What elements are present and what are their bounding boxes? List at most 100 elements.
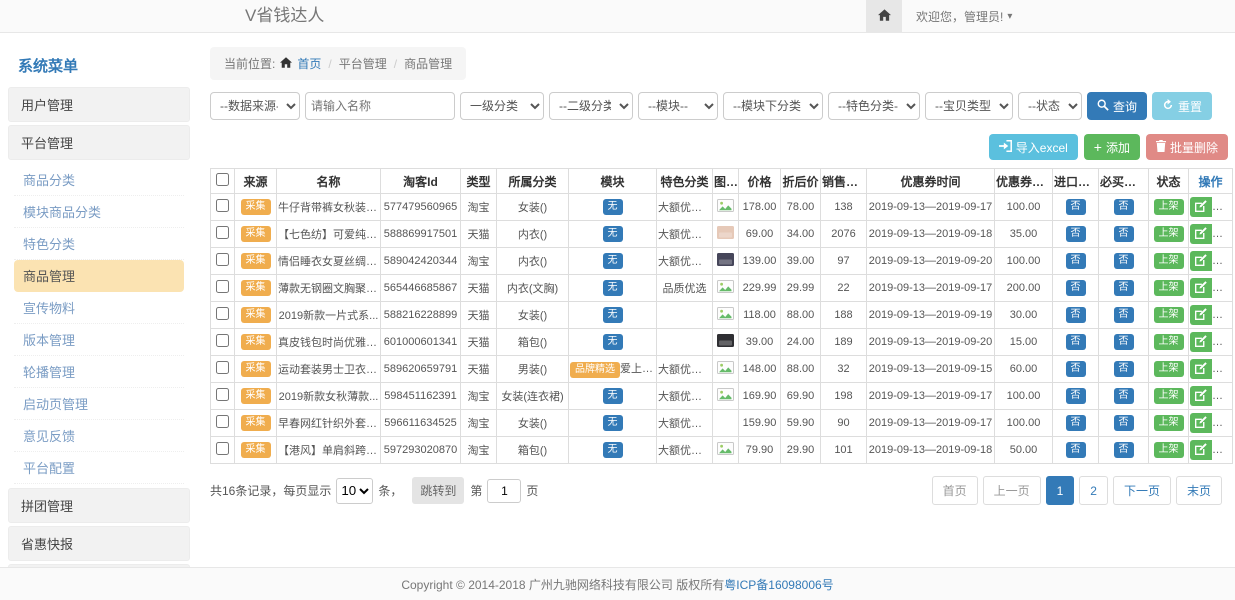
jump-to-button[interactable]: 跳转到 [412,477,464,504]
import-pick-toggle[interactable]: 否 [1066,388,1086,405]
sidebar-item[interactable]: 商品分类 [14,164,184,196]
data-source-filter[interactable]: --数据来源-- [210,92,300,120]
module-filter[interactable]: --模块-- [638,92,718,120]
row-checkbox[interactable] [216,226,229,239]
select-all-checkbox[interactable] [216,173,229,186]
icp-link[interactable]: 粤ICP备16098006号 [724,576,833,593]
row-checkbox[interactable] [216,280,229,293]
status-filter[interactable]: --状态-- [1018,92,1082,120]
import-pick-toggle[interactable]: 否 [1066,334,1086,351]
import-pick-toggle[interactable]: 否 [1066,415,1086,432]
status-toggle[interactable]: 上架 [1154,361,1184,378]
module-badge[interactable]: 无 [603,307,623,324]
batch-delete-button[interactable]: 批量删除 [1146,134,1228,160]
module-badge[interactable]: 无 [603,415,623,432]
sidebar-item[interactable]: 特色分类 [14,228,184,260]
module-badge[interactable]: 无 [603,334,623,351]
module-badge[interactable]: 无 [603,388,623,405]
status-toggle[interactable]: 上架 [1154,415,1184,432]
must-buy-toggle[interactable]: 否 [1114,388,1134,405]
edit-button[interactable] [1190,197,1212,217]
sidebar-item[interactable]: 轮播管理 [14,356,184,388]
status-toggle[interactable]: 上架 [1154,388,1184,405]
name-search-input[interactable] [305,92,455,120]
page-button[interactable]: 首页 [932,476,978,505]
edit-button[interactable] [1190,440,1212,460]
user-menu[interactable]: 欢迎您，管理员! ▾ [902,8,1026,25]
import-pick-toggle[interactable]: 否 [1066,280,1086,297]
must-buy-toggle[interactable]: 否 [1114,199,1134,216]
level2-category-filter[interactable]: --二级分类-- [549,92,633,120]
edit-button[interactable] [1190,386,1212,406]
module-badge[interactable]: 无 [603,199,623,216]
home-button[interactable] [866,0,902,32]
must-buy-toggle[interactable]: 否 [1114,253,1134,270]
edit-button[interactable] [1190,413,1212,433]
row-checkbox[interactable] [216,415,229,428]
edit-button[interactable] [1190,305,1212,325]
sidebar-item[interactable]: 意见反馈 [14,420,184,452]
module-subcategory-filter[interactable]: --模块下分类-- [723,92,823,120]
sidebar-group-2[interactable]: 拼团管理 [8,488,190,523]
import-pick-toggle[interactable]: 否 [1066,199,1086,216]
row-checkbox[interactable] [216,442,229,455]
must-buy-toggle[interactable]: 否 [1114,334,1134,351]
sidebar-group-3[interactable]: 省惠快报 [8,526,190,561]
page-button[interactable]: 上一页 [983,476,1041,505]
page-button[interactable]: 2 [1079,476,1108,505]
must-buy-toggle[interactable]: 否 [1114,307,1134,324]
status-toggle[interactable]: 上架 [1154,226,1184,243]
import-pick-toggle[interactable]: 否 [1066,226,1086,243]
import-pick-toggle[interactable]: 否 [1066,442,1086,459]
status-toggle[interactable]: 上架 [1154,334,1184,351]
row-checkbox[interactable] [216,361,229,374]
edit-button[interactable] [1190,278,1212,298]
status-toggle[interactable]: 上架 [1154,253,1184,270]
breadcrumb-home-link[interactable]: 首页 [297,55,321,72]
module-badge[interactable]: 无 [603,253,623,270]
status-toggle[interactable]: 上架 [1154,442,1184,459]
add-button[interactable]: + 添加 [1084,134,1140,160]
row-checkbox[interactable] [216,388,229,401]
must-buy-toggle[interactable]: 否 [1114,415,1134,432]
row-checkbox[interactable] [216,307,229,320]
per-page-select[interactable]: 10 [336,478,373,504]
module-badge[interactable]: 无 [603,226,623,243]
page-button[interactable]: 下一页 [1113,476,1171,505]
status-toggle[interactable]: 上架 [1154,199,1184,216]
level1-category-filter[interactable]: 一级分类 [460,92,544,120]
sidebar-item[interactable]: 模块商品分类 [14,196,184,228]
row-checkbox[interactable] [216,199,229,212]
sidebar-item[interactable]: 宣传物料 [14,292,184,324]
must-buy-toggle[interactable]: 否 [1114,442,1134,459]
module-badge[interactable]: 无 [603,280,623,297]
sidebar-item[interactable]: 启动页管理 [14,388,184,420]
must-buy-toggle[interactable]: 否 [1114,226,1134,243]
sidebar-group-1[interactable]: 平台管理 [8,125,190,160]
sidebar-item[interactable]: 版本管理 [14,324,184,356]
import-pick-toggle[interactable]: 否 [1066,307,1086,324]
query-button[interactable]: 查询 [1087,92,1147,120]
reset-button[interactable]: 重置 [1152,92,1212,120]
page-button[interactable]: 末页 [1176,476,1222,505]
sidebar-item[interactable]: 商品管理 [14,260,184,292]
page-number-input[interactable] [487,479,521,503]
edit-button[interactable] [1190,251,1212,271]
row-checkbox[interactable] [216,253,229,266]
feature-category-filter[interactable]: --特色分类-- [828,92,920,120]
module-badge[interactable]: 品牌精选 [570,362,620,379]
edit-button[interactable] [1190,359,1212,379]
status-toggle[interactable]: 上架 [1154,280,1184,297]
must-buy-toggle[interactable]: 否 [1114,361,1134,378]
module-badge[interactable]: 无 [603,442,623,459]
sidebar-item[interactable]: 平台配置 [14,452,184,484]
import-pick-toggle[interactable]: 否 [1066,361,1086,378]
item-type-filter[interactable]: --宝贝类型-- [925,92,1013,120]
must-buy-toggle[interactable]: 否 [1114,280,1134,297]
import-excel-button[interactable]: 导入excel [989,134,1078,160]
page-button[interactable]: 1 [1046,476,1075,505]
status-toggle[interactable]: 上架 [1154,307,1184,324]
sidebar-group-0[interactable]: 用户管理 [8,87,190,122]
edit-button[interactable] [1190,332,1212,352]
edit-button[interactable] [1190,224,1212,244]
